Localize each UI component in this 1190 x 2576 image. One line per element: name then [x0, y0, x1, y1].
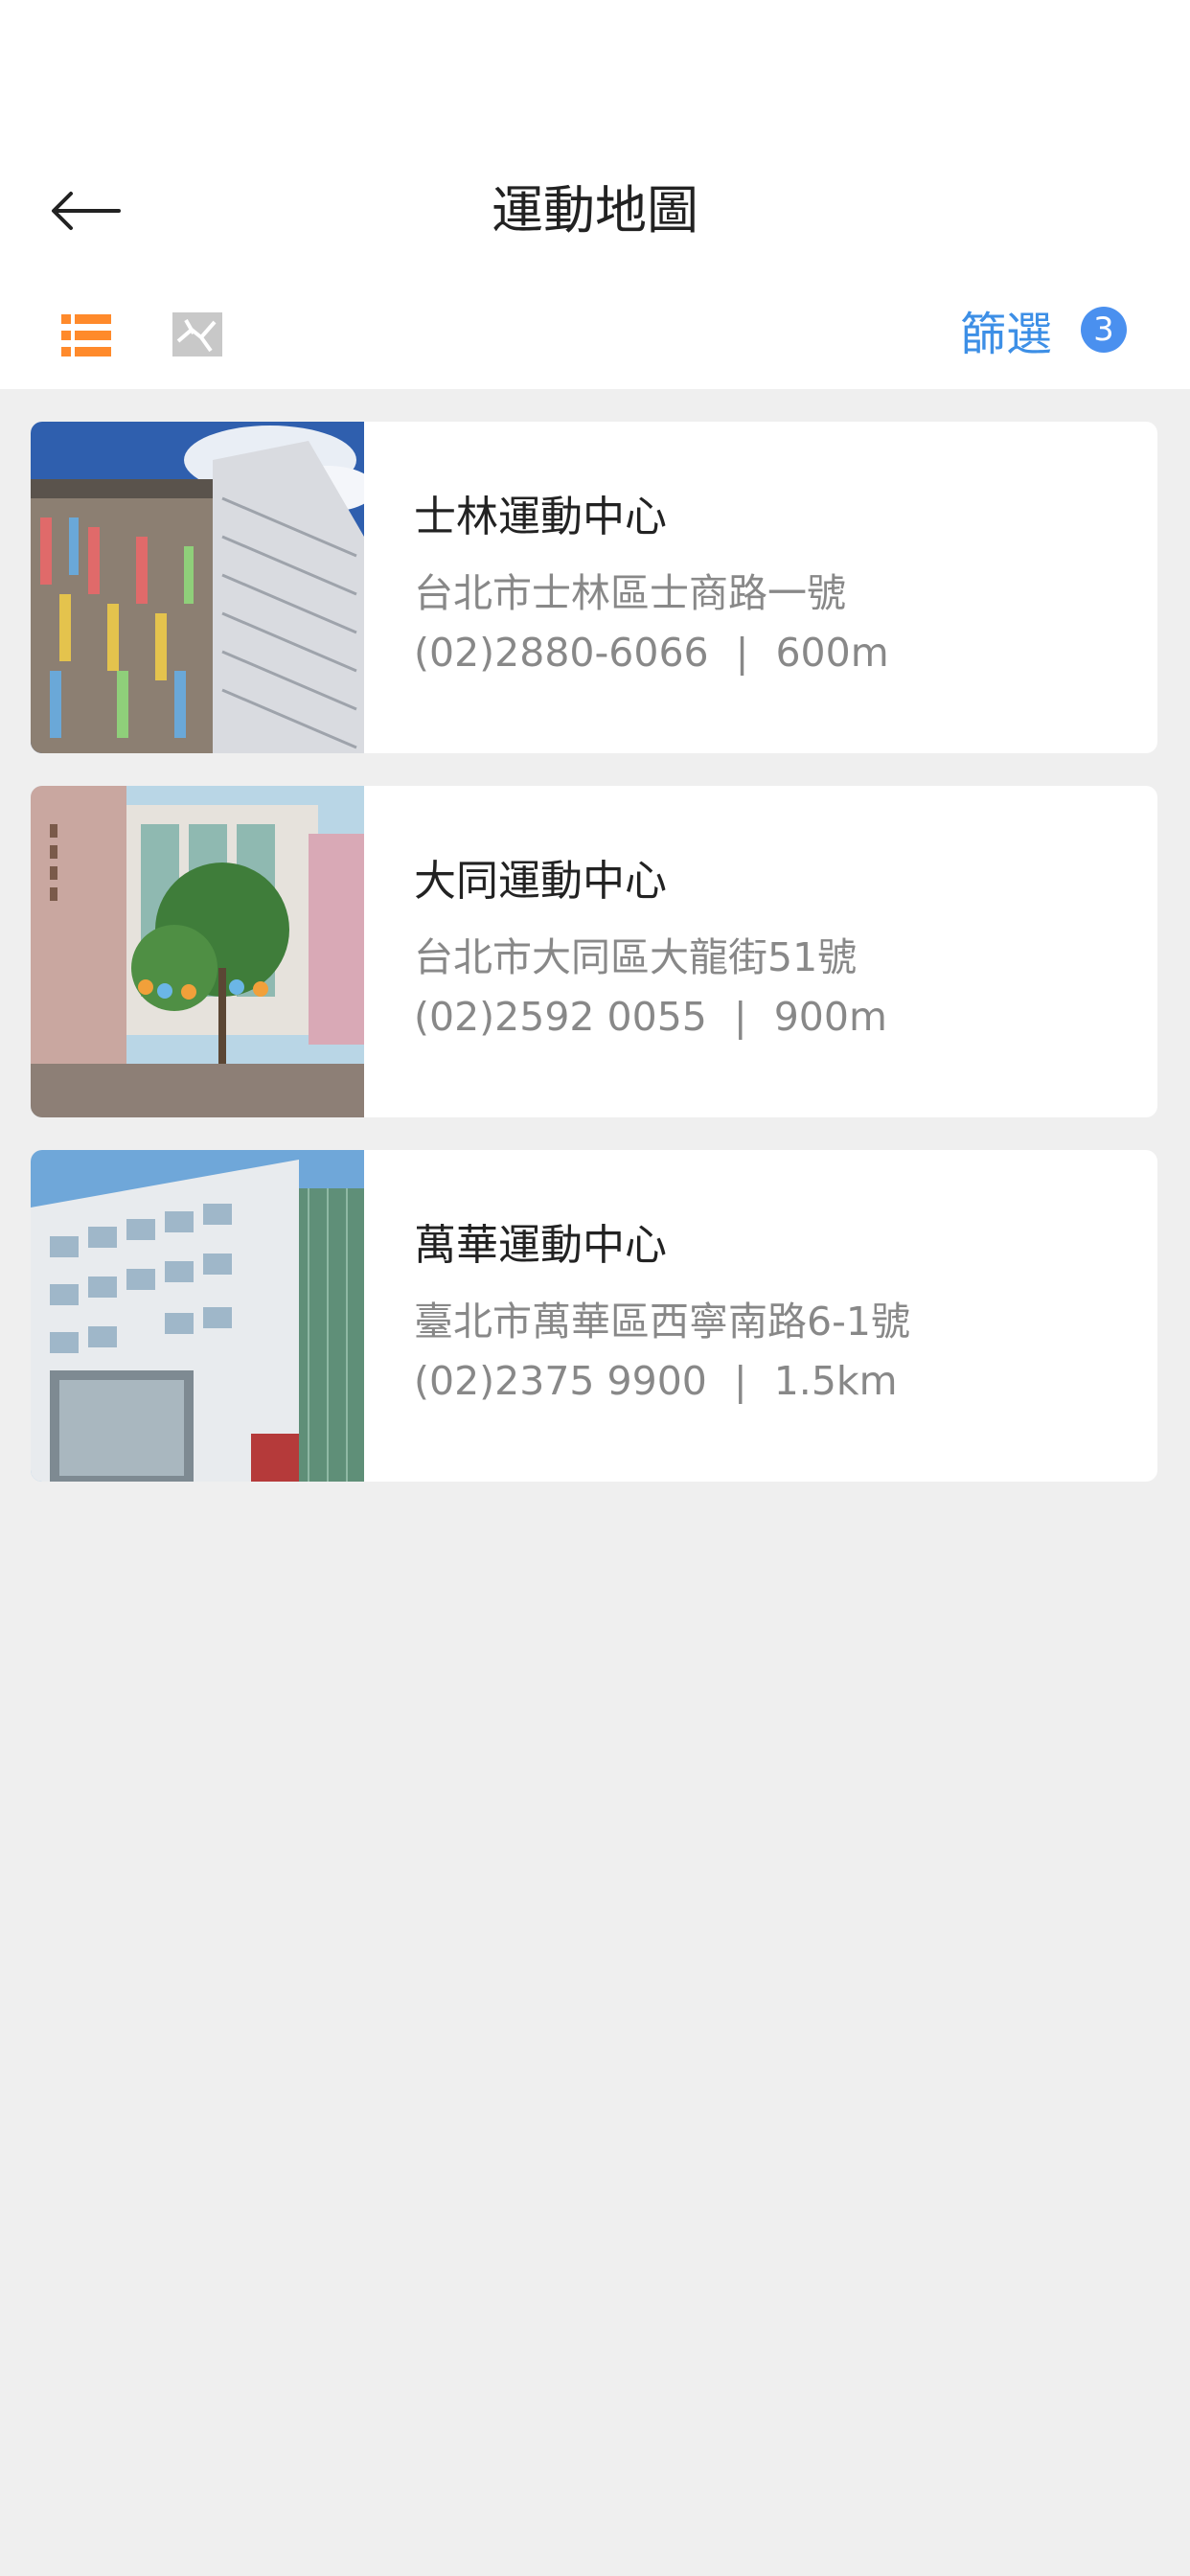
- venue-list: 士林運動中心 台北市士林區士商路一號 (02)2880-6066 | 600m: [31, 422, 1157, 1514]
- separator: |: [733, 994, 747, 1040]
- list-view-toggle[interactable]: [61, 314, 111, 356]
- venue-address: 台北市士林區士商路一號: [414, 570, 846, 616]
- venue-name: 大同運動中心: [414, 857, 667, 906]
- list-view-icon: [61, 314, 111, 356]
- venue-card[interactable]: 士林運動中心 台北市士林區士商路一號 (02)2880-6066 | 600m: [31, 422, 1157, 753]
- venue-name: 萬華運動中心: [414, 1221, 667, 1270]
- page-title: 運動地圖: [492, 180, 698, 241]
- separator: |: [733, 1358, 747, 1404]
- filter-label: 篩選: [959, 308, 1052, 361]
- venue-address: 臺北市萬華區西寧南路6-1號: [414, 1299, 910, 1345]
- venue-contact: (02)2592 0055 | 900m: [414, 987, 1138, 1046]
- venue-name: 士林運動中心: [414, 493, 667, 541]
- venue-info: 大同運動中心 台北市大同區大龍街51號 (02)2592 0055 | 900m: [414, 851, 1138, 1046]
- venue-phone[interactable]: (02)2375 9900: [414, 1351, 707, 1411]
- venue-contact: (02)2375 9900 | 1.5km: [414, 1351, 1138, 1411]
- venue-distance: 900m: [773, 994, 887, 1040]
- status-bar: [0, 0, 1190, 153]
- venue-info: 萬華運動中心 臺北市萬華區西寧南路6-1號 (02)2375 9900 | 1.…: [414, 1215, 1138, 1411]
- filter-count-badge: 3: [1081, 307, 1127, 353]
- venue-photo-shilin: [31, 422, 364, 753]
- venue-phone[interactable]: (02)2880-6066: [414, 623, 709, 682]
- venue-photo-wanhua: [31, 1150, 364, 1482]
- venue-info: 士林運動中心 台北市士林區士商路一號 (02)2880-6066 | 600m: [414, 487, 1138, 682]
- map-view-toggle[interactable]: [172, 312, 222, 356]
- separator: |: [735, 630, 749, 676]
- venue-phone[interactable]: (02)2592 0055: [414, 987, 707, 1046]
- venue-card[interactable]: 萬華運動中心 臺北市萬華區西寧南路6-1號 (02)2375 9900 | 1.…: [31, 1150, 1157, 1482]
- venue-distance: 1.5km: [773, 1358, 898, 1404]
- venue-card[interactable]: 大同運動中心 台北市大同區大龍街51號 (02)2592 0055 | 900m: [31, 786, 1157, 1117]
- filter-button[interactable]: 篩選 3: [959, 299, 1127, 361]
- venue-contact: (02)2880-6066 | 600m: [414, 623, 1138, 682]
- venue-address: 台北市大同區大龍街51號: [414, 934, 858, 980]
- nav-bar: 運動地圖: [0, 153, 1190, 268]
- view-toolbar: 篩選 3: [0, 268, 1190, 389]
- venue-distance: 600m: [775, 630, 889, 676]
- venue-photo-datong: [31, 786, 364, 1117]
- map-view-icon: [172, 312, 222, 356]
